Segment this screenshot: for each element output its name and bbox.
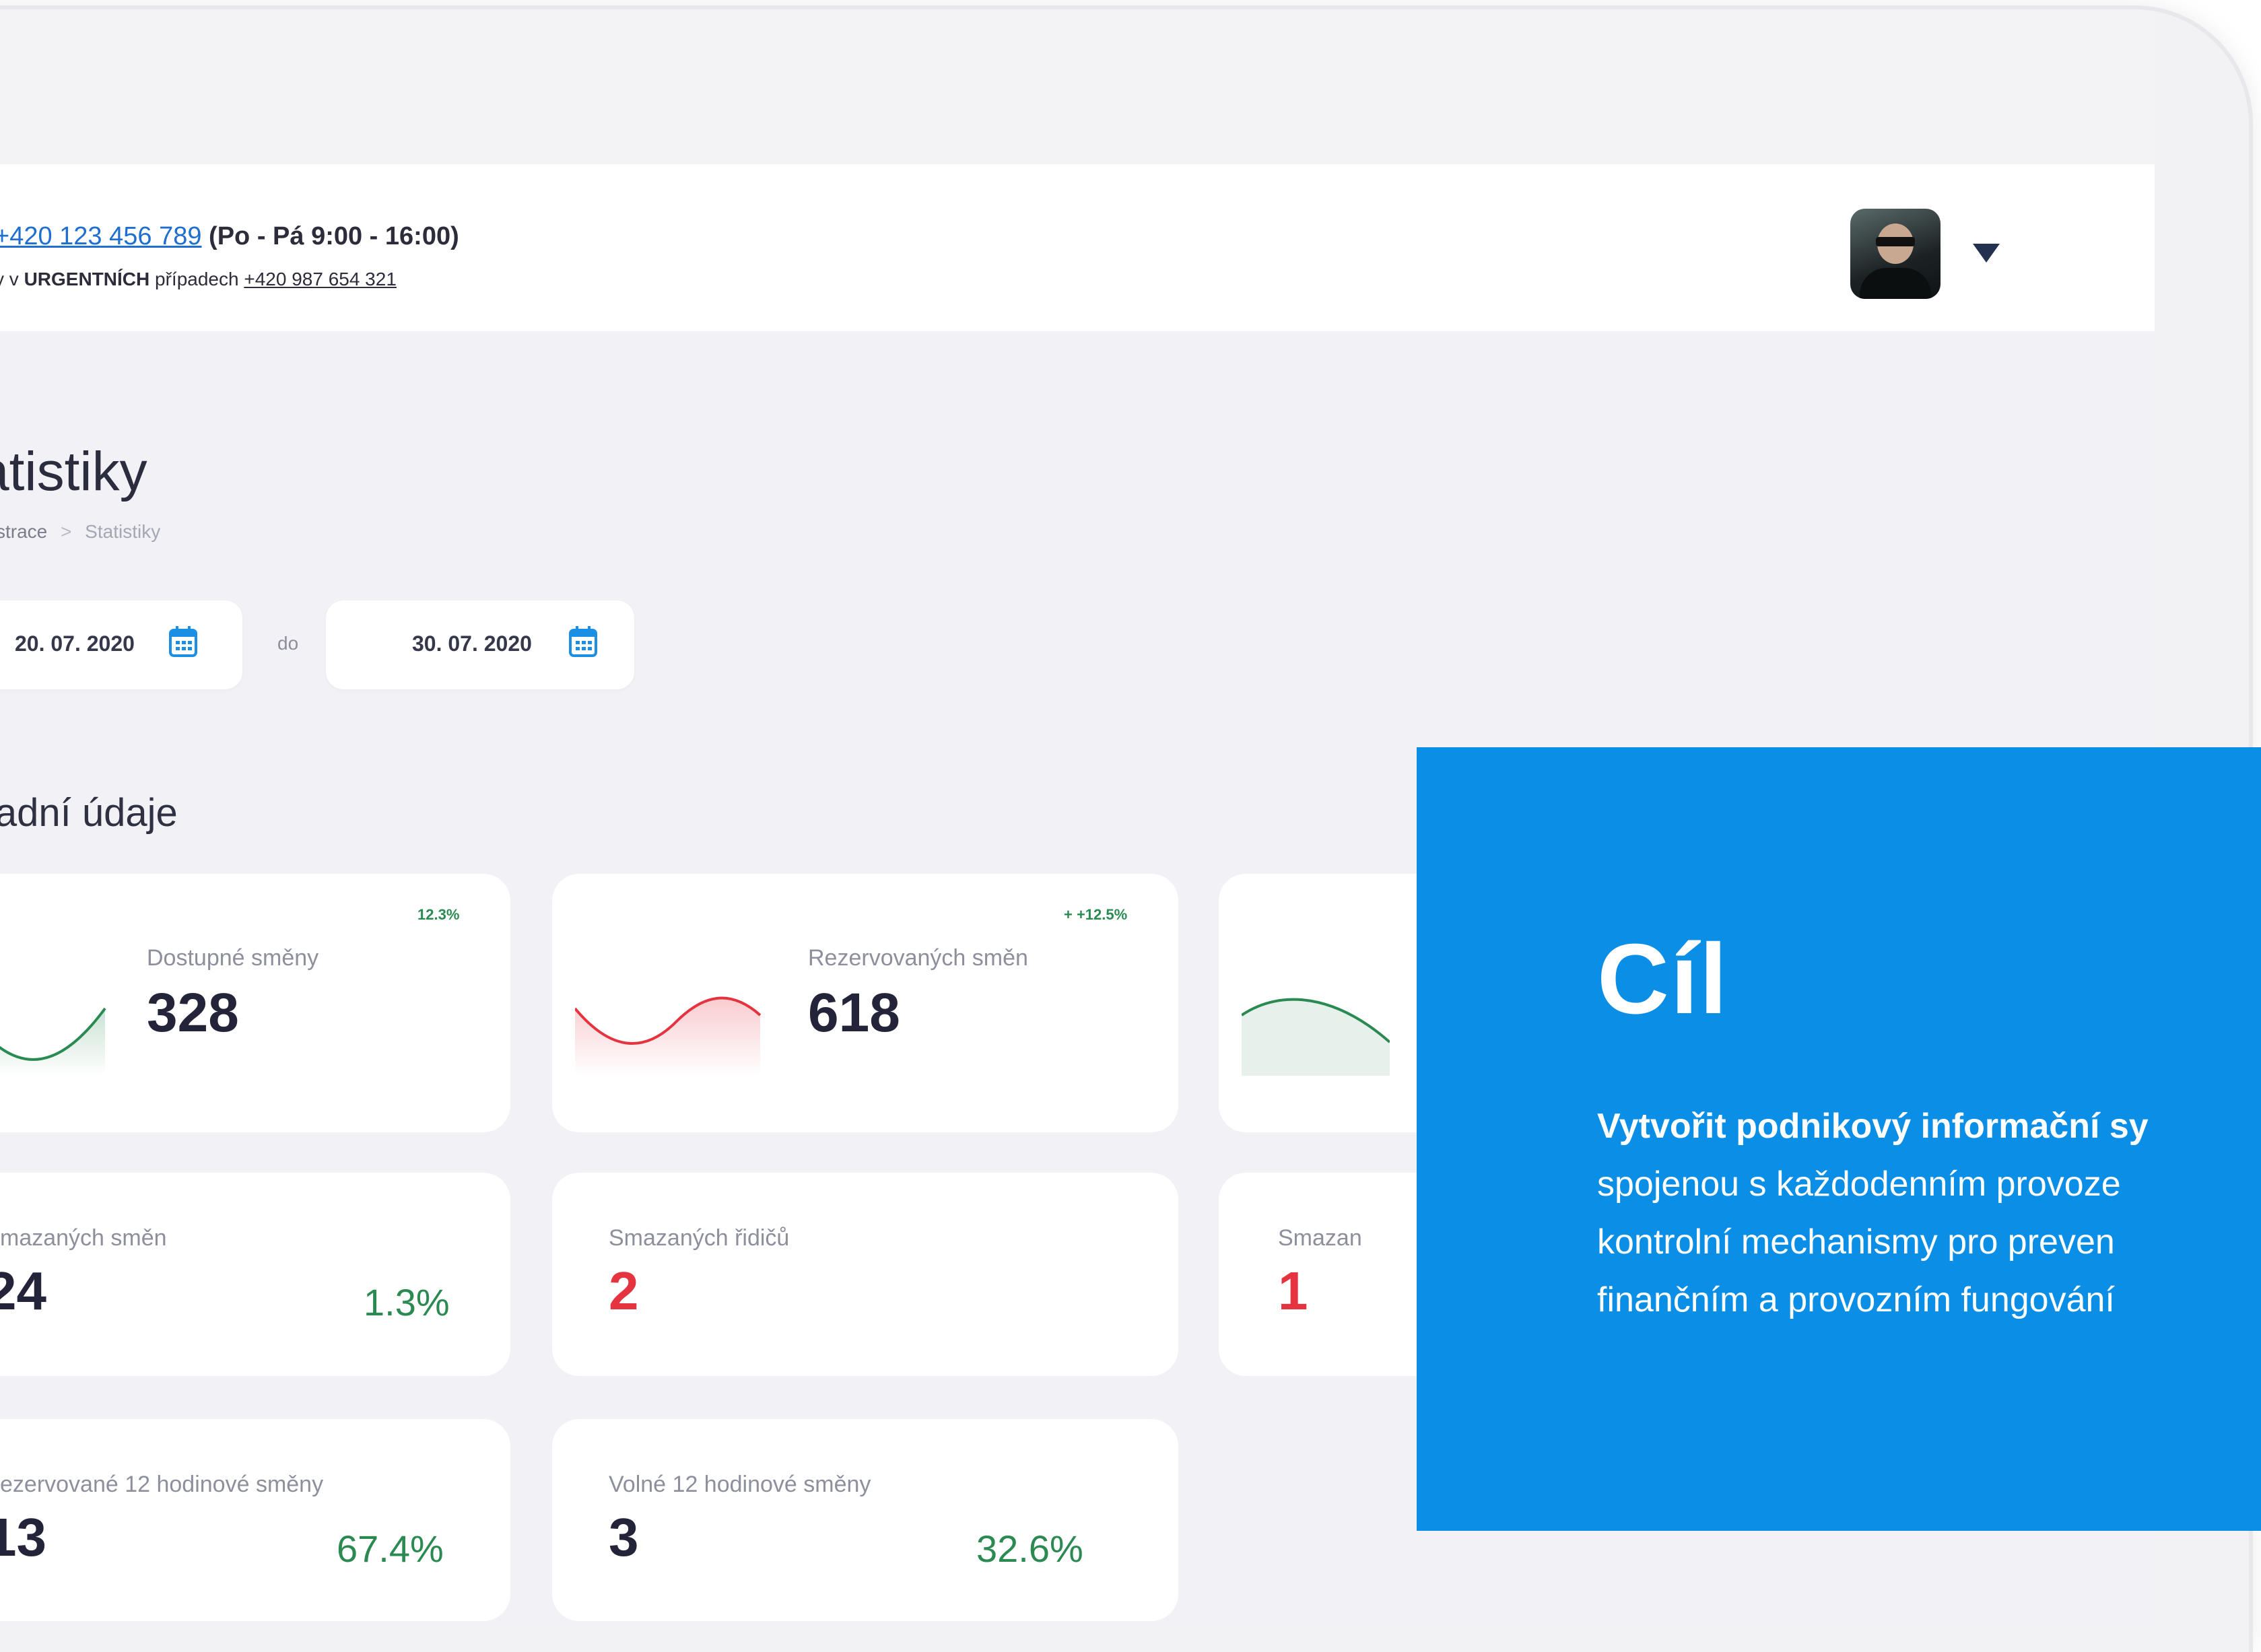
stat-card-deleted-drivers[interactable]: Smazaných řidičů 2 (552, 1173, 1178, 1376)
stat-card-available-shifts[interactable]: 12.3% Dostupné směny 328 (0, 874, 510, 1132)
sparkline-wave (575, 996, 762, 1076)
user-avatar[interactable] (1850, 209, 1941, 299)
card-value: 2 (609, 1261, 639, 1321)
goal-line-3: kontrolní mechanismy pro preven (1597, 1223, 2115, 1262)
breadcrumb-parent[interactable]: strace (0, 521, 47, 542)
date-to-value: 30. 07. 2020 (412, 631, 532, 656)
goal-overlay-panel: Cíl Vytvořit podnikový informační sy spo… (1417, 747, 2261, 1531)
change-percent: 67.4% (337, 1527, 444, 1570)
goal-line-1: Vytvořit podnikový informační sy (1597, 1107, 2149, 1146)
card-label: mazaných směn (0, 1225, 167, 1251)
urgent-contact-line: y v URGENTNÍCH případech +420 987 654 32… (0, 269, 397, 290)
calendar-icon[interactable] (168, 625, 198, 658)
date-from-value: 20. 07. 2020 (15, 631, 135, 656)
page-title: atistiky (0, 441, 147, 502)
breadcrumb: strace > Statistiky (0, 521, 160, 543)
goal-title: Cíl (1597, 924, 1729, 1035)
card-value: 13 (0, 1507, 46, 1567)
urgent-phone-link[interactable]: +420 987 654 321 (244, 269, 397, 289)
card-value: 24 (0, 1261, 46, 1321)
date-from-field[interactable]: 20. 07. 2020 (0, 600, 242, 689)
urgent-suffix: případech (155, 269, 239, 289)
avatar-glasses (1876, 237, 1915, 246)
card-label: Volné 12 hodinové směny (609, 1472, 871, 1497)
change-percent: 32.6% (976, 1527, 1083, 1570)
change-percent: 12.3% (417, 906, 460, 923)
support-phone-link[interactable]: +420 123 456 789 (0, 222, 201, 250)
sparkline-up (0, 1007, 106, 1076)
goal-line-4: finančním a provozním fungování (1597, 1280, 2115, 1319)
avatar-body (1860, 268, 1931, 299)
breadcrumb-current: Statistiky (85, 521, 161, 542)
change-percent: + +12.5% (1064, 906, 1128, 923)
calendar-icon[interactable] (568, 625, 598, 658)
card-label: Smazaných řidičů (609, 1225, 790, 1251)
card-value: 328 (147, 982, 239, 1043)
section-title: ladní údaje (0, 791, 178, 835)
breadcrumb-separator: > (61, 521, 72, 542)
browser-top-area (0, 9, 2155, 164)
chevron-down-icon[interactable] (1973, 244, 2000, 263)
card-label: Smazan (1278, 1225, 1362, 1251)
stat-card-reserved-shifts[interactable]: + +12.5% Rezervovaných směn 618 (552, 874, 1178, 1132)
stat-card-free-12h[interactable]: Volné 12 hodinové směny 3 32.6% (552, 1419, 1178, 1621)
contact-line: +420 123 456 789 (Po - Pá 9:00 - 16:00) (0, 222, 459, 251)
card-label: ezervované 12 hodinové směny (0, 1472, 324, 1497)
card-value: 1 (1278, 1261, 1308, 1321)
urgent-prefix: y v (0, 269, 19, 289)
change-percent: 1.3% (364, 1281, 450, 1323)
date-to-field[interactable]: 30. 07. 2020 (326, 600, 634, 689)
date-range-separator: do (277, 633, 299, 654)
goal-description: Vytvořit podnikový informační sy spojeno… (1597, 1097, 2261, 1329)
stat-card-reserved-12h[interactable]: ezervované 12 hodinové směny 13 67.4% (0, 1419, 510, 1621)
card-label: Dostupné směny (147, 945, 319, 971)
card-value: 3 (609, 1507, 639, 1567)
card-label: Rezervovaných směn (808, 945, 1028, 971)
stat-card-deleted-shifts[interactable]: mazaných směn 24 1.3% (0, 1173, 510, 1376)
goal-line-2: spojenou s každodenním provoze (1597, 1165, 2121, 1204)
urgent-bold: URGENTNÍCH (24, 269, 150, 289)
top-header: +420 123 456 789 (Po - Pá 9:00 - 16:00) … (0, 164, 2155, 331)
support-hours: (Po - Pá 9:00 - 16:00) (209, 222, 459, 250)
sparkline-up (1242, 998, 1390, 1076)
card-value: 618 (808, 982, 900, 1043)
